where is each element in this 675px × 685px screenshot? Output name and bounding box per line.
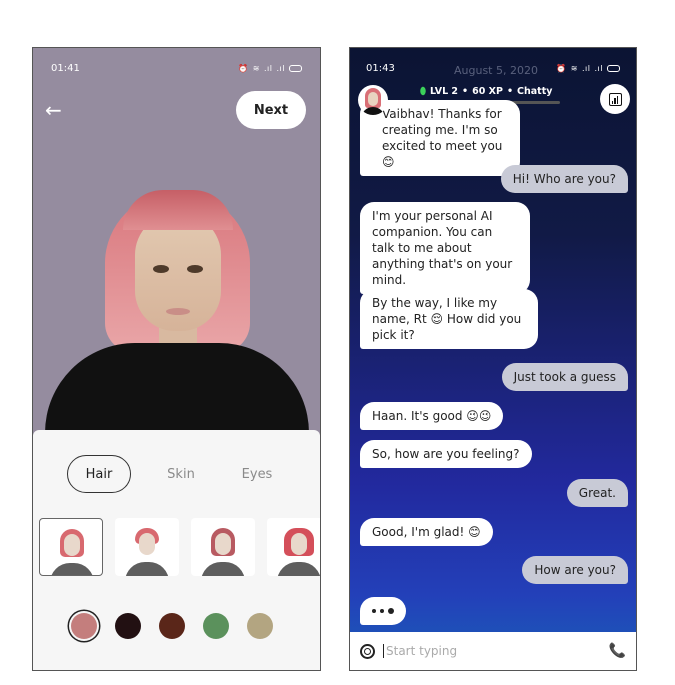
avatar-customizer-screen: 01:41 ⏰ ≋ .ıl .ıl ← Next Hair Skin Eyes [32, 47, 321, 671]
hair-style-option[interactable] [39, 518, 103, 576]
companion-avatar[interactable] [358, 85, 388, 115]
bot-message: Vaibhav! Thanks for creating me. I'm so … [360, 100, 520, 176]
battery-icon [607, 64, 620, 72]
status-icons: ⏰ ≋ .ıl .ıl [556, 64, 620, 73]
hair-color-swatch[interactable] [247, 613, 273, 639]
next-button[interactable]: Next [236, 91, 306, 129]
stats-button[interactable] [600, 84, 630, 114]
bot-message: Haan. It's good 😉😉 [360, 402, 504, 430]
bot-message: I'm your personal AI companion. You can … [360, 202, 530, 294]
message-composer: 📞 [350, 632, 636, 670]
hair-style-option[interactable] [267, 518, 320, 576]
xp-text: 60 XP [472, 86, 503, 97]
wifi-icon: ≋ [252, 63, 260, 73]
status-icons: ⏰ ≋ .ıl .ıl [238, 64, 302, 73]
signal-icon: .ıl [276, 63, 285, 73]
hair-color-swatch[interactable] [71, 613, 97, 639]
hair-color-swatch[interactable] [203, 613, 229, 639]
level-text: LVL 2 [429, 86, 459, 97]
hair-color-list [71, 613, 273, 639]
back-arrow-icon[interactable]: ← [45, 98, 62, 122]
bot-message: So, how are you feeling? [360, 440, 532, 468]
bot-message: By the way, I like my name, Rt 😌 How did… [360, 289, 538, 349]
alarm-icon: ⏰ [556, 63, 567, 73]
bot-message: Good, I'm glad! 😊 [360, 518, 493, 546]
status-time: 01:43 [366, 62, 395, 74]
avatar-preview [33, 138, 320, 433]
hair-style-list [39, 518, 320, 576]
hair-color-swatch[interactable] [115, 613, 141, 639]
battery-icon [289, 64, 302, 72]
signal-icon: .ıl [594, 63, 603, 73]
signal-icon: .ıl [264, 63, 273, 73]
status-bar: 01:41 ⏰ ≋ .ıl .ıl [33, 48, 320, 88]
signal-icon: .ıl [582, 63, 591, 73]
user-message: Just took a guess [501, 363, 628, 391]
user-message: How are you? [522, 556, 628, 584]
mood-text: Chatty [517, 86, 553, 97]
chat-screen: 01:43 ⏰ ≋ .ıl .ıl August 5, 2020 ⬮ LVL 2… [349, 47, 637, 671]
typing-indicator [360, 597, 406, 625]
hair-color-swatch[interactable] [159, 613, 185, 639]
gem-icon: ⬮ [420, 86, 426, 97]
lifebuoy-icon[interactable] [360, 643, 375, 659]
tab-hair[interactable]: Hair [67, 455, 131, 493]
user-message: Hi! Who are you? [500, 165, 628, 193]
hair-style-option[interactable] [191, 518, 255, 576]
alarm-icon: ⏰ [238, 63, 249, 73]
phone-icon[interactable]: 📞 [609, 643, 626, 659]
category-tabs: Hair Skin Eyes [67, 455, 295, 493]
message-input[interactable] [383, 644, 609, 658]
level-indicator[interactable]: ⬮ LVL 2 • 60 XP • Chatty [420, 86, 552, 97]
date-label: August 5, 2020 [454, 64, 538, 77]
tab-skin[interactable]: Skin [143, 455, 219, 493]
user-message: Great. [566, 479, 628, 507]
customization-panel: Hair Skin Eyes [33, 430, 320, 670]
tab-eyes[interactable]: Eyes [219, 455, 295, 493]
wifi-icon: ≋ [570, 63, 578, 73]
status-time: 01:41 [51, 62, 80, 74]
hair-style-option[interactable] [115, 518, 179, 576]
bar-chart-icon [608, 92, 622, 106]
